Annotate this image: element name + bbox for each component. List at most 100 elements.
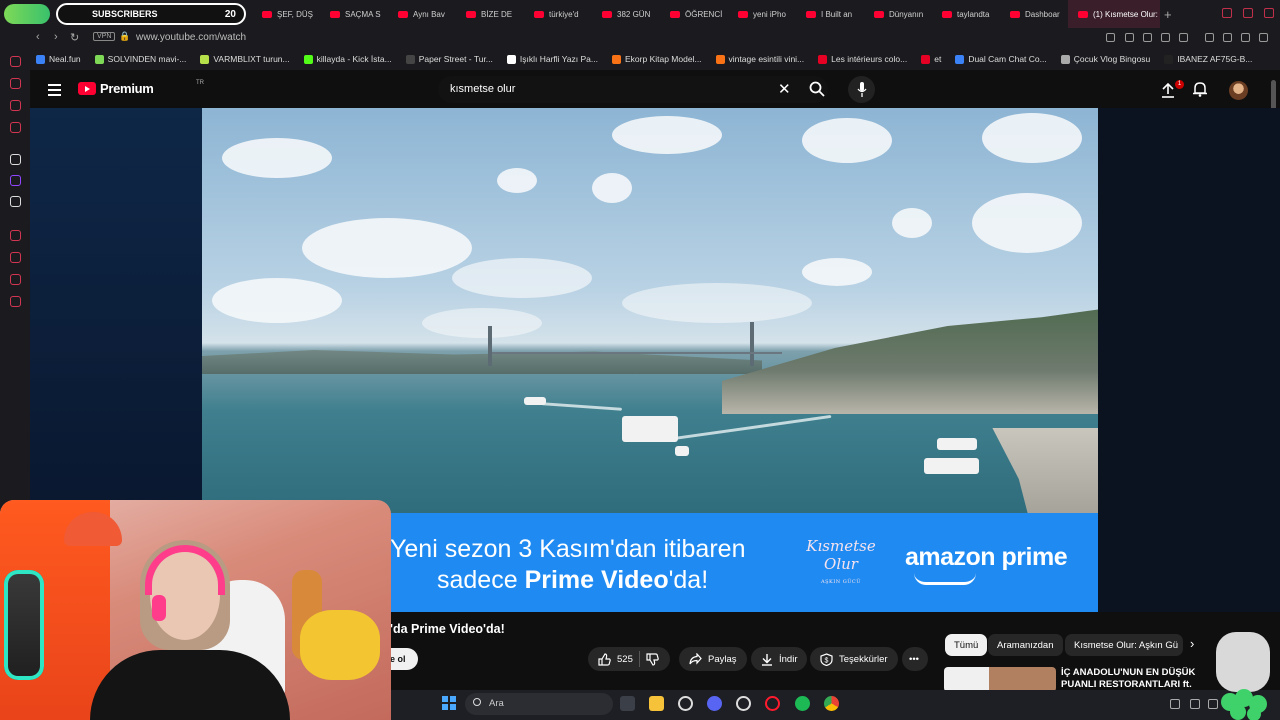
- bookmark-item[interactable]: Neal.fun: [36, 54, 81, 64]
- bookmark-item[interactable]: IBANEZ AF75G-B...: [1164, 54, 1252, 64]
- chip-series[interactable]: Kısmetse Olur: Aşkın Gü: [1065, 634, 1183, 656]
- like-dislike-group: 525: [588, 647, 670, 671]
- spotify-icon[interactable]: [795, 696, 810, 711]
- recommended-thumbnail[interactable]: [944, 667, 1056, 692]
- browser-tab[interactable]: yeni iPho: [728, 0, 796, 28]
- tray-icon[interactable]: [1190, 699, 1200, 709]
- browser-tab[interactable]: ŞEF, DÜŞ: [252, 0, 320, 28]
- browser-tab[interactable]: SAÇMA S: [320, 0, 388, 28]
- menu-icon[interactable]: [1259, 33, 1268, 42]
- share-button[interactable]: Paylaş: [679, 647, 747, 671]
- like-count[interactable]: 525: [617, 654, 633, 665]
- sidebar-icon[interactable]: [10, 56, 21, 67]
- clear-search-icon[interactable]: ✕: [778, 80, 791, 98]
- profile-icon[interactable]: [1223, 33, 1232, 42]
- extension-icon[interactable]: [1143, 33, 1152, 42]
- browser-tab[interactable]: Aynı Bav: [388, 0, 456, 28]
- browser-tab[interactable]: (1) Kısmetse Olur:: [1068, 0, 1160, 28]
- browser-tab[interactable]: türkiye'd: [524, 0, 592, 28]
- extension-icon[interactable]: [1161, 33, 1170, 42]
- amazon-smile-icon: [914, 573, 976, 585]
- vpn-badge[interactable]: VPN: [93, 32, 116, 41]
- sidebar-icon[interactable]: [10, 78, 21, 89]
- sidebar-icon[interactable]: [10, 154, 21, 165]
- start-button[interactable]: [442, 696, 456, 710]
- obs-icon[interactable]: [736, 696, 751, 711]
- heart-icon[interactable]: [1179, 33, 1188, 42]
- bookmark-label: Çocuk Vlog Bingosu: [1073, 54, 1151, 64]
- bookmark-item[interactable]: Çocuk Vlog Bingosu: [1060, 54, 1151, 64]
- close-window-icon[interactable]: [1264, 8, 1274, 18]
- chrome-icon[interactable]: [824, 696, 839, 711]
- youtube-favicon-icon: [738, 10, 748, 18]
- sidebar-icon[interactable]: [10, 100, 21, 111]
- more-actions-button[interactable]: •••: [902, 647, 928, 671]
- extension-icon[interactable]: [1106, 33, 1115, 42]
- new-tab-icon[interactable]: +: [1164, 7, 1172, 22]
- tray-icon[interactable]: [1170, 699, 1180, 709]
- taskbar-search[interactable]: Ara: [465, 693, 613, 715]
- bookmark-item[interactable]: Dual Cam Chat Co...: [955, 54, 1047, 64]
- browser-tab[interactable]: Dünyanın: [864, 0, 932, 28]
- bookmark-item[interactable]: killayda - Kick İsta...: [303, 54, 392, 64]
- bookmark-item[interactable]: Paper Street - Tur...: [405, 54, 493, 64]
- bookmark-item[interactable]: VARMBLIXT turun...: [200, 54, 290, 64]
- workspace-pill[interactable]: [4, 4, 50, 24]
- video-frame[interactable]: [202, 108, 1098, 513]
- maximize-icon[interactable]: [1243, 8, 1253, 18]
- upload-icon[interactable]: [1161, 82, 1175, 98]
- browser-tab[interactable]: Dashboar: [1000, 0, 1068, 28]
- file-explorer-icon[interactable]: [649, 696, 664, 711]
- task-view-icon[interactable]: [620, 696, 635, 711]
- bookmark-item[interactable]: SOLVINDEN mavi-...: [94, 54, 186, 64]
- bookmark-item[interactable]: Ekorp Kitap Model...: [612, 54, 702, 64]
- dislike-icon[interactable]: [646, 652, 659, 666]
- twitch-icon[interactable]: [10, 175, 21, 186]
- bookmark-item[interactable]: Les intérieurs colo...: [818, 54, 907, 64]
- browser-tab[interactable]: ÖĞRENCİ: [660, 0, 728, 28]
- back-icon[interactable]: ‹: [36, 31, 40, 43]
- chevron-right-icon[interactable]: ›: [1190, 636, 1194, 651]
- bookmark-item[interactable]: Işıklı Harfli Yazı Pa...: [506, 54, 598, 64]
- download-icon[interactable]: [1241, 33, 1250, 42]
- sidebar-icon[interactable]: [10, 122, 21, 133]
- chip-from-search[interactable]: Aramanızdan: [988, 634, 1063, 656]
- promo-banner: Yeni sezon 3 Kasım'dan itibaren sadece P…: [386, 513, 1098, 612]
- search-input[interactable]: kısmetse olur ✕: [438, 76, 828, 103]
- browser-tab[interactable]: I Built an: [796, 0, 864, 28]
- reload-icon[interactable]: ↻: [70, 31, 79, 44]
- bookmark-label: Dual Cam Chat Co...: [968, 54, 1047, 64]
- x-icon[interactable]: [10, 196, 21, 207]
- like-icon[interactable]: [598, 652, 611, 666]
- download-button[interactable]: İndir: [751, 647, 808, 671]
- browser-tab[interactable]: 382 GÜN: [592, 0, 660, 28]
- minimize-icon[interactable]: [1222, 8, 1232, 18]
- search-icon[interactable]: [809, 81, 825, 97]
- avatar[interactable]: [1229, 81, 1248, 100]
- history-icon[interactable]: [10, 252, 21, 263]
- notifications-bell-icon[interactable]: [1193, 81, 1207, 97]
- hamburger-menu-icon[interactable]: [48, 84, 61, 99]
- webcam-overlay: [0, 500, 391, 720]
- super-thanks-icon: $: [820, 652, 833, 666]
- extension-icon[interactable]: [1125, 33, 1134, 42]
- thanks-button[interactable]: $ Teşekkürler: [810, 647, 898, 671]
- url-field[interactable]: www.youtube.com/watch: [136, 32, 246, 43]
- search-icon: [473, 698, 481, 706]
- sidebar-icon[interactable]: [10, 274, 21, 285]
- youtube-logo[interactable]: Premium TR: [78, 80, 204, 96]
- browser-tab[interactable]: BİZE DE: [456, 0, 524, 28]
- settings-icon[interactable]: [678, 696, 693, 711]
- forward-icon[interactable]: ›: [54, 31, 58, 43]
- bookmark-item[interactable]: et: [921, 54, 941, 64]
- recommended-title[interactable]: İÇ ANADOLU'NUN EN DÜŞÜK PUANLI RESTORANTL…: [1061, 667, 1201, 691]
- browser-tab[interactable]: taylandta: [932, 0, 1000, 28]
- discord-icon[interactable]: [707, 696, 722, 711]
- extension-icon[interactable]: [1205, 33, 1214, 42]
- bookmark-favicon-icon: [1060, 54, 1070, 64]
- chip-all[interactable]: Tümü: [945, 634, 988, 656]
- bookmark-item[interactable]: vintage esintili vini...: [715, 54, 804, 64]
- sidebar-icon[interactable]: [10, 230, 21, 241]
- opera-icon[interactable]: [765, 696, 780, 711]
- settings-icon[interactable]: [10, 296, 21, 307]
